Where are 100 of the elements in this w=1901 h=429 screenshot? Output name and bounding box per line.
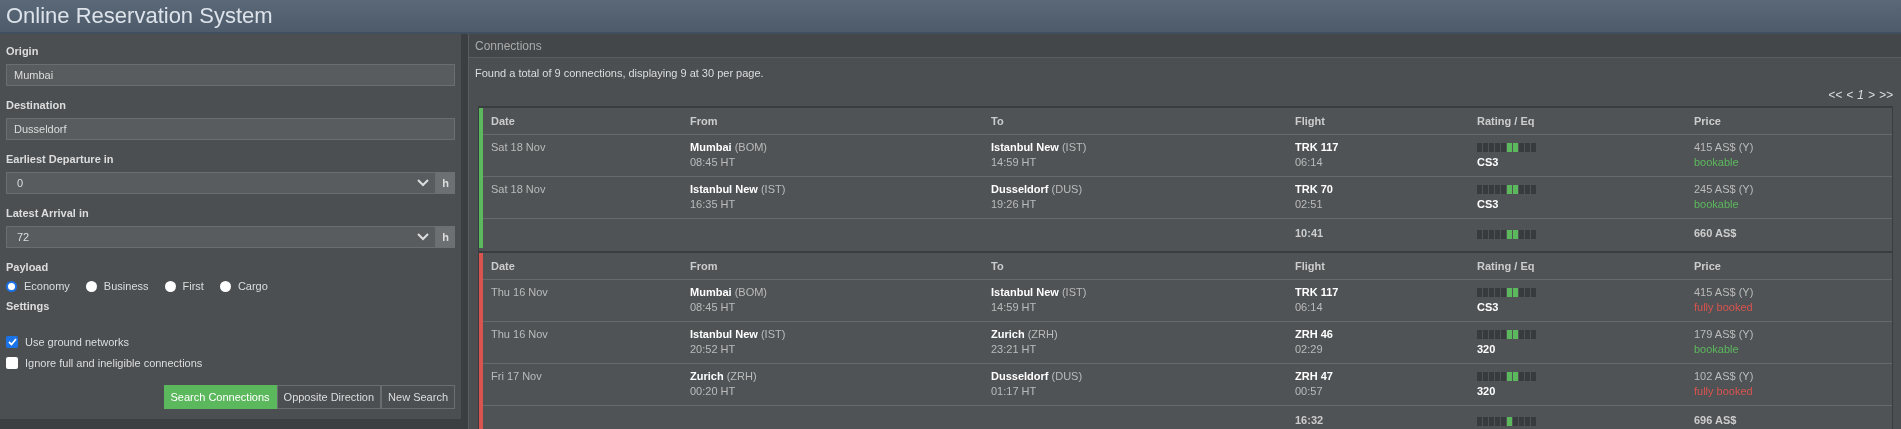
airport-name: Istanbul New (IST) (991, 140, 1088, 155)
airport-name: Mumbai (BOM) (690, 285, 768, 300)
airport-name: Zurich (ZRH) (690, 369, 758, 384)
duration-text: 00:57 (1295, 384, 1324, 399)
radio-button[interactable] (85, 280, 97, 292)
time-text: 08:45 HT (690, 155, 737, 170)
column-header: From (682, 253, 983, 280)
text-field[interactable]: Dusseldorf (6, 118, 455, 140)
time-text: 14:59 HT (991, 300, 1038, 315)
time-text: 16:35 HT (690, 197, 737, 212)
checkbox-label: Use ground networks (25, 336, 129, 348)
equipment-text: CS3 (1477, 197, 1500, 212)
rating-meter (1477, 143, 1536, 152)
availability-text: bookable (1694, 197, 1740, 212)
radio-label: Business (103, 280, 149, 292)
airport-name: Dusseldorf (DUS) (991, 369, 1084, 384)
column-header: Rating / Eq (1469, 253, 1686, 280)
dropdown-field[interactable]: 0 (6, 172, 436, 194)
time-text: 14:59 HT (991, 155, 1038, 170)
time-text: 00:20 HT (690, 384, 737, 399)
rating-meter (1477, 372, 1536, 381)
date-text: Sat 18 Nov (491, 141, 546, 153)
column-header: Date (483, 253, 682, 280)
column-header: Flight (1287, 108, 1469, 135)
column-header: To (983, 108, 1287, 135)
unit-label: h (436, 226, 455, 248)
flight-number: TRK 70 (1295, 182, 1334, 197)
chevron-down-icon (417, 233, 429, 241)
window-title: Online Reservation System (0, 0, 1901, 34)
duration-text: 06:14 (1295, 300, 1324, 315)
equipment-text: CS3 (1477, 300, 1500, 315)
field-label: Origin (6, 45, 40, 57)
duration-text: 06:14 (1295, 155, 1324, 170)
airport-name: Dusseldorf (DUS) (991, 182, 1084, 197)
pager-link[interactable]: > (1867, 88, 1875, 102)
field-label: Latest Arrival in (6, 207, 90, 219)
total-price: 660 AS$ (1694, 227, 1737, 239)
total-duration: 16:32 (1295, 414, 1324, 426)
price-text: 415 AS$ (Y) (1694, 140, 1755, 155)
date-text: Thu 16 Nov (491, 286, 548, 298)
date-text: Thu 16 Nov (491, 328, 548, 340)
field-label: Destination (6, 99, 67, 111)
duration-text: 02:29 (1295, 342, 1324, 357)
radio-label: Economy (24, 280, 70, 292)
checkbox[interactable] (6, 336, 18, 348)
duration-text: 02:51 (1295, 197, 1324, 212)
column-header: Price (1686, 253, 1892, 280)
radio-label: Cargo (237, 280, 268, 292)
total-duration: 10:41 (1295, 227, 1324, 239)
time-text: 01:17 HT (991, 384, 1038, 399)
date-text: Fri 17 Nov (491, 370, 542, 382)
column-header: To (983, 253, 1287, 280)
pager-link[interactable]: << (1828, 88, 1843, 102)
radio-label: First (182, 280, 204, 292)
summary-text: Found a total of 9 connections, displaying 9 at 30 per page. (474, 66, 765, 81)
time-text: 19:26 HT (991, 197, 1038, 212)
text-field[interactable]: Mumbai (6, 64, 455, 86)
column-header: From (682, 108, 983, 135)
price-text: 179 AS$ (Y) (1694, 327, 1755, 342)
pager-link[interactable]: >> (1879, 88, 1893, 102)
radio-button[interactable] (219, 280, 231, 292)
price-text: 245 AS$ (Y) (1694, 182, 1755, 197)
chevron-down-icon (417, 179, 429, 187)
availability-text: bookable (1694, 342, 1740, 357)
pager-link[interactable]: < (1846, 88, 1854, 102)
equipment-text: 320 (1477, 342, 1497, 357)
total-price: 696 AS$ (1694, 414, 1737, 426)
flight-number: TRK 117 (1295, 285, 1340, 300)
time-text: 20:52 HT (690, 342, 737, 357)
price-text: 102 AS$ (Y) (1694, 369, 1755, 384)
availability-text: fully booked (1694, 300, 1754, 315)
time-text: 23:21 HT (991, 342, 1038, 357)
radio-button[interactable] (6, 280, 17, 292)
rating-meter (1477, 288, 1536, 297)
column-header: Date (483, 108, 682, 135)
rating-meter (1477, 330, 1536, 339)
availability-text: fully booked (1694, 384, 1754, 399)
field-label: Earliest Departure in (6, 153, 115, 165)
unit-label: h (436, 172, 455, 194)
rating-meter (1477, 185, 1536, 194)
dropdown-field[interactable]: 72 (6, 226, 436, 248)
pager-link[interactable]: 1 (1857, 88, 1864, 102)
action-button[interactable]: New Search (381, 385, 455, 409)
availability-text: bookable (1694, 155, 1740, 170)
radio-button[interactable] (164, 280, 176, 292)
date-text: Sat 18 Nov (491, 183, 546, 195)
column-header: Price (1686, 108, 1892, 135)
equipment-text: CS3 (1477, 155, 1500, 170)
checkbox-label: Ignore full and ineligible connections (25, 357, 203, 369)
airport-name: Mumbai (BOM) (690, 140, 768, 155)
action-button[interactable]: Opposite Direction (276, 385, 382, 409)
checkbox[interactable] (6, 357, 18, 369)
section-label: Payload (6, 261, 50, 273)
price-text: 415 AS$ (Y) (1694, 285, 1755, 300)
rating-meter (1477, 417, 1536, 426)
flight-number: TRK 117 (1295, 140, 1340, 155)
panel-title: Connections (469, 34, 1901, 58)
flight-number: ZRH 47 (1295, 369, 1334, 384)
equipment-text: 320 (1477, 384, 1497, 399)
flight-number: ZRH 46 (1295, 327, 1334, 342)
